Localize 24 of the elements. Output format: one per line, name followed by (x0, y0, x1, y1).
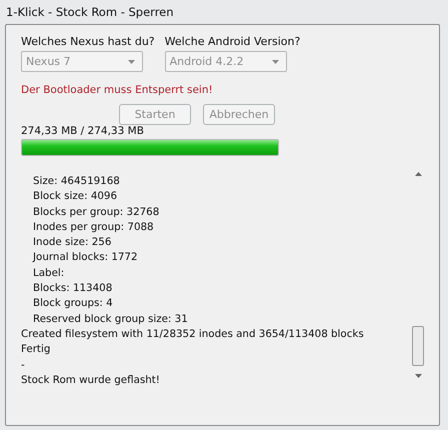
log-line: Created filesystem with 11/28352 inodes and 3654/113408 blocks (21, 326, 365, 342)
window-title: 1-Klick - Stock Rom - Sperren (5, 4, 175, 21)
log-line: Block size: 4096 (32, 189, 118, 204)
log-line: Blocks: 113408 (32, 281, 114, 296)
progress-reading: 274,33 MB / 274,33 MB (21, 125, 145, 137)
log-line: Block groups: 4 (32, 296, 114, 312)
caret-icon (128, 60, 135, 64)
field-label: Welches Nexus hast du? (21, 35, 155, 48)
scroll-thumb[interactable] (412, 326, 424, 366)
log-line: Fertig (21, 342, 52, 358)
log-line: - (21, 358, 26, 373)
warning-text: Der Bootloader muss Entsperrt sein! (21, 84, 214, 96)
log-line: Inodes per group: 7088 (32, 220, 155, 235)
scroll-up-icon (414, 172, 422, 176)
scroll-down-icon (414, 374, 422, 378)
log-line: Label: (32, 266, 66, 281)
log-line: Stock Rom wurde geflasht! (21, 372, 161, 388)
log-line: Inode size: 256 (32, 235, 112, 250)
log-line: Journal blocks: 1772 (32, 250, 139, 266)
field-label: Welche Android Version? (164, 35, 300, 48)
log-line: Reserved block group size: 31 (32, 312, 189, 327)
caret-icon (272, 60, 279, 64)
log-line: Blocks per group: 32768 (32, 204, 160, 220)
log-line: Size: 464519168 (32, 174, 121, 189)
